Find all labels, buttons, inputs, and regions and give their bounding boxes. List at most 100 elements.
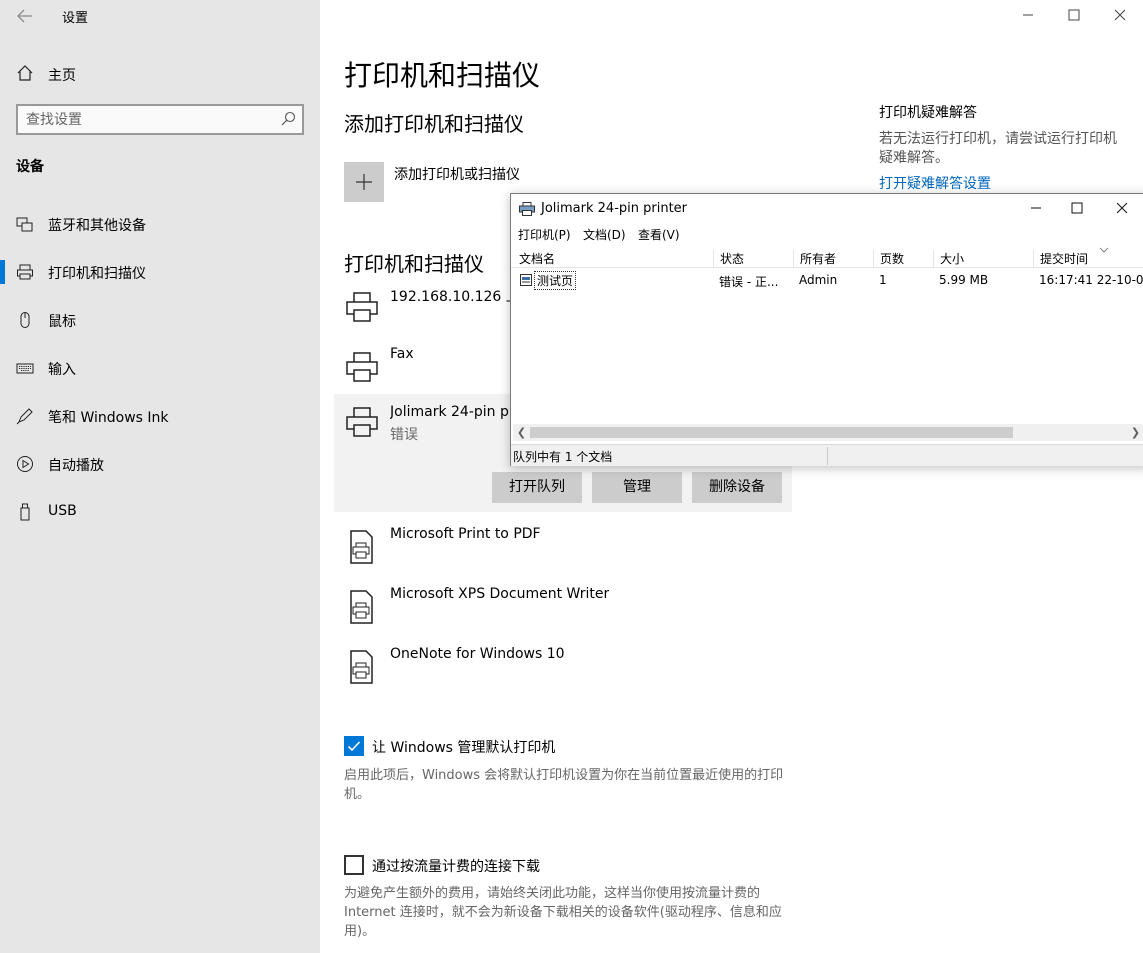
scroll-left-icon[interactable]: ❮ (513, 424, 530, 441)
table-row[interactable]: 测试页 错误 - 正... Admin 1 5.99 MB 16:17:41 2… (511, 270, 1143, 290)
add-printer-label[interactable]: 添加打印机或扫描仪 (394, 164, 520, 184)
sidebar-item-autoplay[interactable]: 自动播放 (0, 444, 320, 484)
checkmark-icon (347, 741, 361, 752)
menu-printer[interactable]: 打印机(P) (518, 226, 571, 243)
add-printer-button[interactable] (344, 162, 384, 202)
usb-icon (20, 503, 30, 521)
troubleshoot-link[interactable]: 打开疑难解答设置 (879, 173, 991, 193)
scrollbar-thumb[interactable] (530, 427, 1013, 438)
sidebar-item-label: 打印机和扫描仪 (48, 266, 146, 282)
printer-item-pdf[interactable]: Microsoft Print to PDF (334, 522, 792, 582)
document-status: 错误 - 正... (719, 275, 779, 289)
open-queue-button[interactable]: 打开队列 (492, 472, 582, 503)
manage-button[interactable]: 管理 (592, 472, 682, 503)
search-box[interactable] (16, 104, 304, 135)
close-icon (1116, 202, 1128, 214)
remove-device-button[interactable]: 删除设备 (692, 472, 782, 503)
document-printer-icon (350, 530, 373, 564)
document-printer-icon (350, 650, 373, 684)
plus-icon (356, 174, 372, 190)
pen-icon (16, 408, 33, 425)
document-submitted: 16:17:41 22-10-09 (1039, 273, 1143, 287)
close-icon (1114, 9, 1126, 21)
printer-icon (17, 264, 33, 280)
sidebar-item-input[interactable]: 输入 (0, 348, 320, 388)
sidebar-item-mouse[interactable]: 鼠标 (0, 300, 320, 340)
sidebar-item-printers[interactable]: 打印机和扫描仪 (0, 252, 320, 292)
arrow-left-icon (17, 9, 32, 23)
column-document-name[interactable]: 文档名 (513, 250, 555, 268)
queue-status-text: 队列中有 1 个文档 (513, 450, 613, 464)
printer-list-heading: 打印机和扫描仪 (344, 252, 484, 276)
document-printer-icon (350, 590, 373, 624)
printer-icon (346, 352, 378, 382)
statusbar-divider (827, 447, 828, 465)
default-printer-desc: 启用此项后，Windows 会将默认打印机设置为你在当前位置最近使用的打印机。 (344, 768, 784, 802)
minimize-icon (1023, 14, 1033, 16)
sidebar-item-usb[interactable]: USB (0, 492, 320, 532)
printer-icon (346, 407, 378, 437)
help-text: 若无法运行打印机，请尝试运行打印机疑难解答。 (879, 131, 1117, 166)
navigation-pane: 设置 主页 设备 蓝牙和其他设备 打印机和扫描仪 鼠标 输入 笔和 Window… (0, 0, 320, 953)
sort-chevron-icon (1099, 247, 1109, 253)
horizontal-scrollbar[interactable]: ❮ ❯ (513, 424, 1143, 441)
menu-document[interactable]: 文档(D) (583, 226, 626, 243)
minimize-button[interactable] (1005, 0, 1051, 32)
sidebar-item-bluetooth[interactable]: 蓝牙和其他设备 (0, 204, 320, 244)
search-icon (281, 111, 296, 126)
document-owner: Admin (799, 273, 838, 287)
printer-name: Jolimark 24-pin prin (390, 404, 528, 420)
queue-titlebar[interactable]: Jolimark 24-pin printer (511, 194, 1143, 224)
close-button[interactable] (1097, 0, 1143, 32)
queue-title: Jolimark 24-pin printer (541, 201, 688, 216)
metered-download-desc: 为避免产生额外的费用，请始终关闭此功能，这样当你使用按流量计费的 Interne… (344, 886, 782, 939)
printer-name: Microsoft Print to PDF (390, 526, 541, 542)
sidebar-item-pen[interactable]: 笔和 Windows Ink (0, 396, 320, 436)
queue-minimize-button[interactable] (1013, 194, 1059, 224)
queue-close-button[interactable] (1099, 194, 1143, 224)
queue-menubar: 打印机(P) 文档(D) 查看(V) (511, 224, 1143, 244)
autoplay-icon (17, 456, 33, 472)
minimize-icon (1031, 207, 1041, 209)
column-size[interactable]: 大小 (933, 250, 964, 268)
printer-status: 错误 (390, 427, 418, 443)
app-title: 设置 (62, 11, 89, 26)
printer-item-xps[interactable]: Microsoft XPS Document Writer (334, 582, 792, 642)
document-pages: 1 (879, 273, 887, 287)
bluetooth-icon (16, 217, 33, 232)
column-owner[interactable]: 所有者 (793, 250, 836, 268)
metered-download-checkbox[interactable] (344, 855, 364, 875)
scroll-right-icon[interactable]: ❯ (1127, 424, 1143, 441)
help-title: 打印机疑难解答 (879, 105, 977, 121)
nav-home[interactable]: 主页 (0, 58, 320, 88)
printer-name: OneNote for Windows 10 (390, 646, 565, 662)
printer-item-onenote[interactable]: OneNote for Windows 10 (334, 642, 792, 702)
add-section-heading: 添加打印机和扫描仪 (344, 112, 524, 136)
sidebar-item-label: 自动播放 (48, 458, 104, 474)
sidebar-item-label: 鼠标 (48, 314, 76, 330)
sidebar-item-label: 输入 (48, 362, 76, 378)
metered-download-label[interactable]: 通过按流量计费的连接下载 (372, 856, 540, 876)
home-icon (17, 65, 33, 81)
maximize-button[interactable] (1051, 0, 1097, 32)
queue-statusbar: 队列中有 1 个文档 (511, 444, 1143, 466)
sidebar-item-label: 蓝牙和其他设备 (48, 218, 146, 234)
menu-view[interactable]: 查看(V) (638, 226, 680, 243)
document-name: 测试页 (534, 271, 577, 290)
printer-icon (346, 292, 378, 322)
search-input[interactable] (26, 110, 266, 130)
default-printer-checkbox[interactable] (344, 736, 364, 756)
maximize-icon (1071, 202, 1083, 214)
back-button[interactable] (10, 5, 40, 27)
document-icon (520, 274, 532, 286)
column-pages[interactable]: 页数 (873, 250, 904, 268)
column-status[interactable]: 状态 (713, 250, 744, 268)
column-submitted[interactable]: 提交时间 (1033, 250, 1088, 268)
printer-icon (519, 202, 535, 216)
queue-maximize-button[interactable] (1054, 194, 1100, 224)
print-queue-window: Jolimark 24-pin printer 打印机(P) 文档(D) 查看(… (510, 193, 1143, 466)
nav-home-label: 主页 (48, 68, 76, 84)
document-size: 5.99 MB (939, 273, 989, 287)
section-heading: 设备 (16, 159, 44, 175)
default-printer-label[interactable]: 让 Windows 管理默认打印机 (372, 737, 555, 757)
